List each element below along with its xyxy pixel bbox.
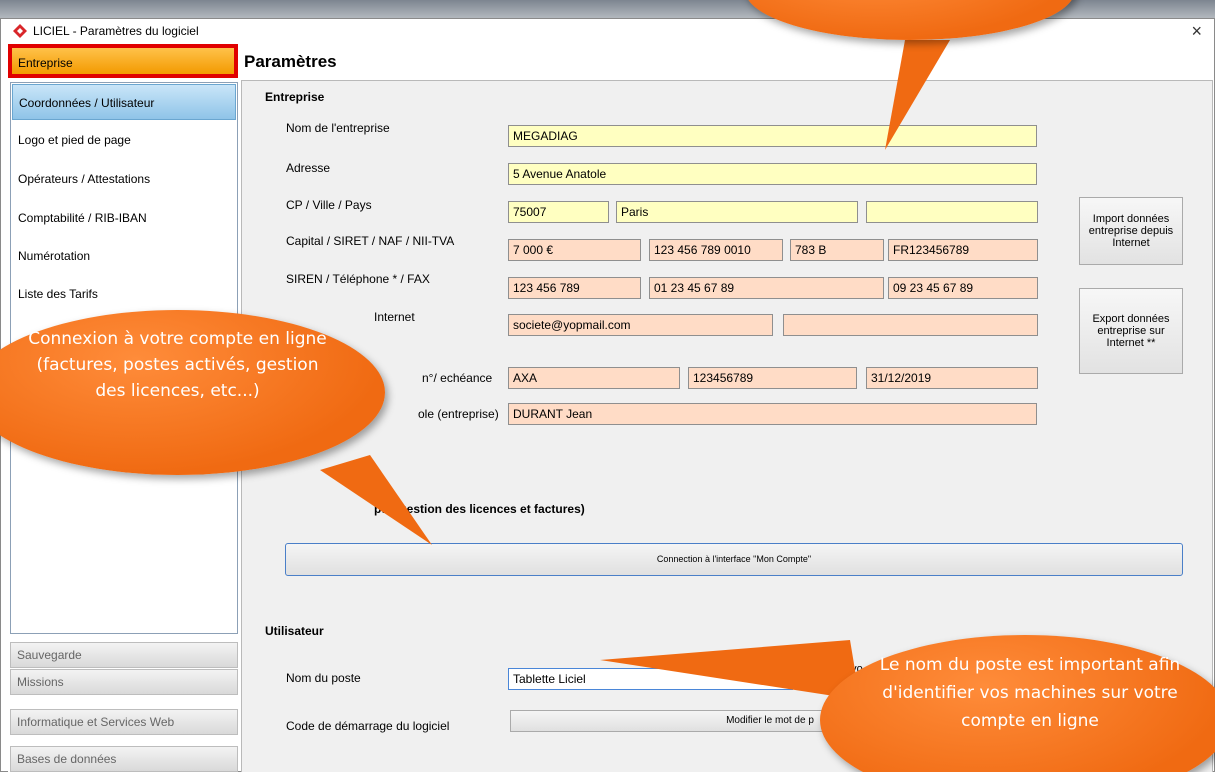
left-callout-tail bbox=[320, 455, 432, 545]
right-callout-tail bbox=[600, 640, 860, 700]
right-callout-bubble: Le nom du poste est important afin d'ide… bbox=[820, 635, 1215, 772]
top-callout-tail bbox=[885, 40, 950, 150]
